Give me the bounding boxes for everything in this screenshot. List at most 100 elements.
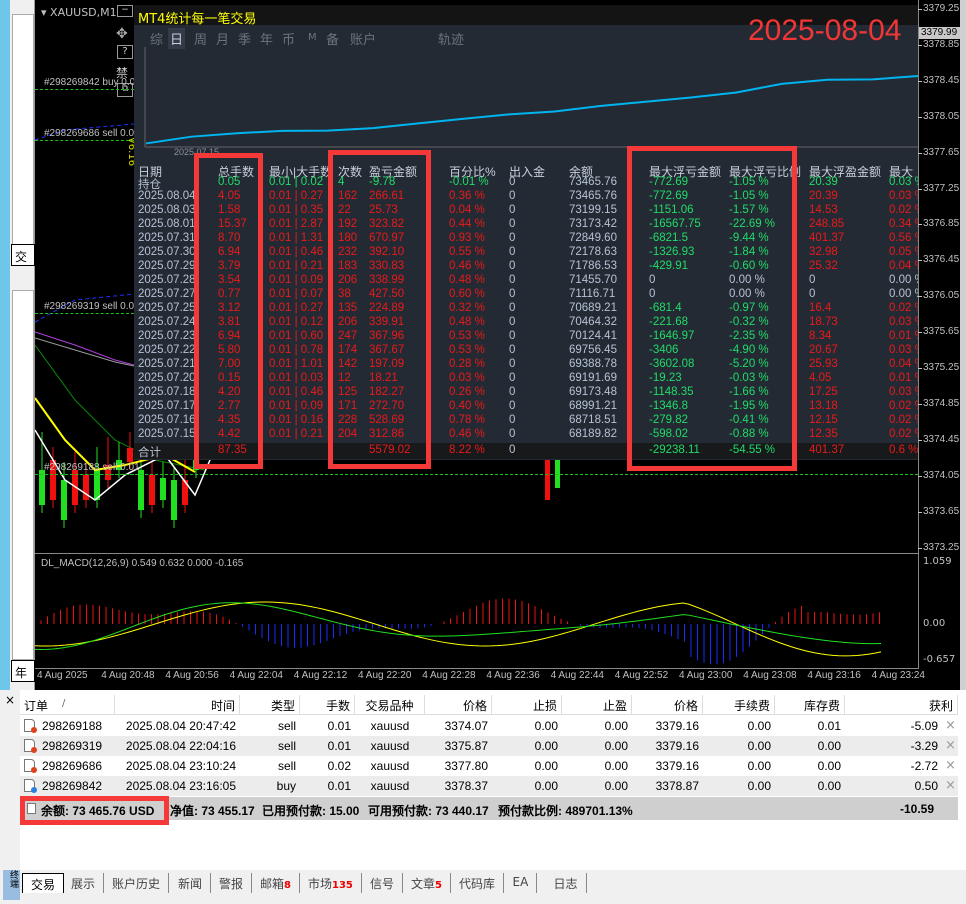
column-header[interactable]: 订单 [20, 695, 115, 715]
column-header[interactable]: 价格 [425, 695, 492, 715]
candle [39, 470, 45, 505]
daily-row-cell: 0.34 % [889, 218, 918, 230]
price-tick [918, 152, 922, 154]
tab-label: 警报 [219, 877, 244, 891]
candle [160, 478, 166, 500]
order-cell: 0.01 [327, 719, 351, 733]
price-tick [918, 80, 922, 82]
order-cell: 0.00 [747, 779, 771, 793]
equity-curve [144, 47, 918, 148]
terminal-tab[interactable]: 新闻 [170, 873, 212, 893]
price-tick-label: 3375.65 [923, 326, 960, 338]
daily-row-cell: 17.25 [809, 386, 838, 398]
stats-tab[interactable]: M [306, 31, 319, 44]
close-order-icon[interactable]: × [945, 778, 956, 793]
order-cell: 0.50 [914, 779, 938, 793]
column-header[interactable]: 时间 [115, 695, 240, 715]
daily-row-cell: 0.01 % [889, 372, 918, 384]
price-tick [918, 9, 922, 10]
daily-row-cell: 0.02 % [889, 400, 918, 412]
column-header[interactable]: 手数 [300, 695, 355, 715]
terminal-tab[interactable]: 警报 [211, 873, 253, 893]
order-status-dot [31, 727, 37, 733]
column-header[interactable]: 类型 [240, 695, 300, 715]
symbol-label: XAUUSD,M1 [50, 6, 117, 19]
daily-row-cell: 0.04 % [889, 260, 918, 272]
daily-row-cell: 32.98 [809, 246, 838, 258]
column-header[interactable]: 库存费 [775, 695, 845, 715]
terminal-tab[interactable]: 市场135 [300, 873, 362, 893]
stats-tab[interactable]: 日 [168, 28, 186, 49]
price-tick-label: 3373.65 [923, 505, 960, 517]
terminal-tab[interactable]: 交易 [22, 873, 65, 893]
price-tick [918, 403, 922, 405]
navigator-panel: 交 年 [10, 0, 35, 690]
equity: 净值: 73 455.17 [170, 804, 255, 818]
close-order-icon[interactable]: × [945, 758, 956, 773]
column-header[interactable]: 手续费 [703, 695, 775, 715]
column-header[interactable]: 止损 [492, 695, 562, 715]
stats-tab[interactable]: 账户 [348, 28, 378, 49]
stats-tab[interactable]: 周 [192, 28, 209, 49]
terminal-tab[interactable]: 邮箱8 [252, 873, 300, 893]
order-cell: -2.72 [910, 759, 938, 773]
close-order-icon[interactable]: × [945, 718, 956, 733]
close-order-icon[interactable]: × [945, 738, 956, 753]
order-line[interactable] [35, 140, 134, 141]
price-tick [918, 44, 922, 46]
terminal-tab[interactable]: 代码库 [451, 873, 505, 893]
chart-scrollbar[interactable] [960, 0, 966, 690]
navigator-scrollbar[interactable] [12, 14, 34, 254]
candle [171, 480, 177, 520]
pane-divider[interactable] [35, 553, 919, 554]
price-tick-label: 3378.05 [923, 110, 960, 122]
terminal-tab[interactable]: 信号 [362, 873, 404, 893]
column-header[interactable]: 价格 [632, 695, 703, 715]
order-cell: 0.00 [747, 719, 771, 733]
terminal-tab[interactable]: 文章5 [403, 873, 451, 893]
stats-tab[interactable]: 季 [236, 28, 253, 49]
order-line[interactable] [35, 89, 134, 90]
left-tab-common[interactable]: 年 [11, 660, 35, 682]
close-terminal-icon[interactable]: × [0, 690, 20, 710]
price-tick [918, 188, 922, 190]
tab-badge: 135 [332, 880, 353, 891]
column-header[interactable]: 获利 [845, 695, 958, 715]
stats-tab[interactable]: 备 [324, 28, 341, 49]
stats-tab[interactable]: 轨迹 [436, 28, 466, 49]
column-header[interactable]: 止盈 [562, 695, 632, 715]
order-cell: 0.00 [747, 759, 771, 773]
daily-row-cell: 0.01 % [889, 330, 918, 342]
terminal-tab[interactable]: EA [505, 873, 538, 893]
terminal-tab[interactable]: 展示 [63, 873, 105, 893]
help-button[interactable]: ? [117, 45, 133, 59]
move-icon[interactable]: ✥ [116, 26, 128, 42]
daily-row-cell: 18.73 [809, 316, 838, 328]
order-cell: 3379.16 [655, 719, 699, 733]
used-margin: 已用预付款: 15.00 [262, 804, 360, 818]
order-cell: 3377.80 [444, 759, 488, 773]
terminal-tab[interactable]: 账户历史 [104, 873, 170, 893]
order-line-label: #298269319 sell 0.01 [44, 301, 140, 312]
chart-symbol[interactable]: ▾ XAUUSD,M1 [41, 6, 117, 19]
price-tick [918, 296, 922, 298]
sort-indicator-icon[interactable]: / [62, 698, 65, 709]
order-cell: 0.00 [817, 759, 841, 773]
minimize-panel-button[interactable]: − [117, 5, 133, 17]
left-tab-trade[interactable]: 交 [11, 244, 35, 266]
column-header[interactable]: 交易品种 [355, 695, 425, 715]
open-price-line[interactable] [35, 474, 918, 475]
daily-row-cell: 0.03 % [889, 386, 918, 398]
terminal-tab[interactable]: 日志 [546, 873, 587, 893]
tab-label: 展示 [71, 877, 96, 891]
stats-tab[interactable]: 币 [280, 28, 297, 49]
ma-line [35, 331, 135, 366]
stats-tab[interactable]: 综 [148, 28, 165, 49]
order-cell: -5.09 [910, 719, 938, 733]
terminal-panel: × 订单 时间 类型 手数 交易品种 价格 止损 止盈 价格 手续费 库存费 获利/298269188… [0, 690, 966, 870]
order-cell: 3379.16 [655, 759, 699, 773]
stats-tab[interactable]: 年 [258, 28, 275, 49]
price-tick-label: 3379.25 [923, 3, 960, 14]
order-line[interactable] [35, 313, 134, 314]
stats-tab[interactable]: 月 [214, 28, 231, 49]
